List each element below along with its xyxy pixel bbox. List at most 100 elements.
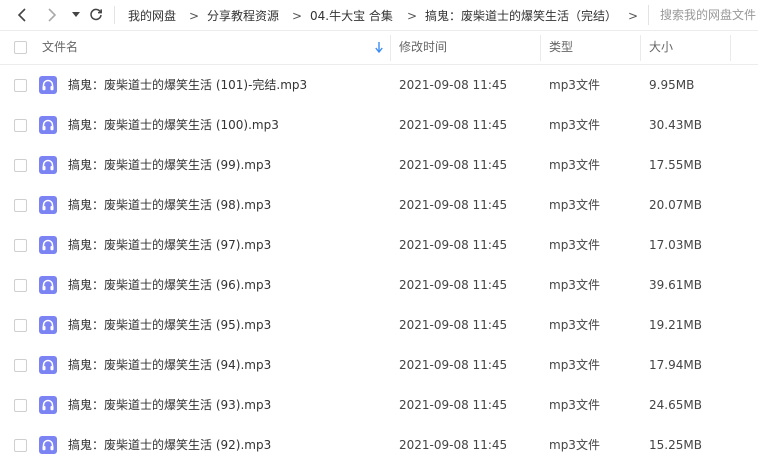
audio-file-icon [39,276,57,294]
breadcrumb-separator: > [407,9,418,23]
audio-file-icon [39,356,57,374]
file-row[interactable]: 搞鬼：废柴道士的爆笑生活 (96).mp3 2021-09-08 11:45 m… [0,265,758,305]
file-row[interactable]: 搞鬼：废柴道士的爆笑生活 (95).mp3 2021-09-08 11:45 m… [0,305,758,345]
audio-file-icon [39,116,57,134]
file-size: 17.03MB [649,238,702,252]
row-checkbox[interactable] [14,399,27,412]
file-row[interactable]: 搞鬼：废柴道士的爆笑生活 (101)-完结.mp3 2021-09-08 11:… [0,65,758,105]
file-type: mp3文件 [549,198,600,212]
refresh-icon [90,8,102,21]
search-input[interactable] [660,5,758,25]
file-size: 17.94MB [649,358,702,372]
file-modified-time: 2021-09-08 11:45 [399,358,508,372]
file-modified-time: 2021-09-08 11:45 [399,438,508,452]
row-checkbox[interactable] [14,319,27,332]
column-divider[interactable] [540,35,541,61]
file-name[interactable]: 搞鬼：废柴道士的爆笑生活 (93).mp3 [68,385,271,425]
forward-button[interactable] [44,6,60,24]
file-modified-time: 2021-09-08 11:45 [399,398,508,412]
file-row[interactable]: 搞鬼：废柴道士的爆笑生活 (100).mp3 2021-09-08 11:45 … [0,105,758,145]
file-row[interactable]: 搞鬼：废柴道士的爆笑生活 (93).mp3 2021-09-08 11:45 m… [0,385,758,425]
file-modified-time: 2021-09-08 11:45 [399,118,508,132]
file-type: mp3文件 [549,438,600,452]
toolbar: 我的网盘 > 分享教程资源 > 04.牛大宝 合集 > 搞鬼：废柴道士的爆笑生活… [0,0,758,31]
breadcrumb-separator: > [292,9,303,23]
search-box [648,5,758,25]
file-size: 9.95MB [649,78,695,92]
file-name[interactable]: 搞鬼：废柴道士的爆笑生活 (98).mp3 [68,185,271,225]
breadcrumb-item-collection[interactable]: 04.牛大宝 合集 [310,7,393,25]
history-dropdown-button[interactable] [70,6,82,24]
audio-file-icon [39,156,57,174]
file-size: 30.43MB [649,118,702,132]
file-type: mp3文件 [549,238,600,252]
file-modified-time: 2021-09-08 11:45 [399,78,508,92]
sort-arrow-down-icon [375,42,383,53]
file-size: 20.07MB [649,198,702,212]
select-all-checkbox[interactable] [14,41,27,54]
file-type: mp3文件 [549,358,600,372]
breadcrumb-item-share[interactable]: 分享教程资源 [207,7,279,25]
file-list-header: 文件名 修改时间 类型 大小 [0,31,758,65]
row-checkbox[interactable] [14,79,27,92]
file-type: mp3文件 [549,158,600,172]
caret-down-icon [72,12,80,17]
row-checkbox[interactable] [14,239,27,252]
file-size: 15.25MB [649,438,702,452]
row-checkbox[interactable] [14,199,27,212]
column-divider[interactable] [730,35,731,61]
file-type: mp3文件 [549,118,600,132]
audio-file-icon [39,76,57,94]
file-type: mp3文件 [549,318,600,332]
column-header-size[interactable]: 大小 [649,31,673,64]
breadcrumb-separator: > [189,9,200,23]
file-type: mp3文件 [549,278,600,292]
row-checkbox[interactable] [14,279,27,292]
file-row[interactable]: 搞鬼：废柴道士的爆笑生活 (92).mp3 2021-09-08 11:45 m… [0,425,758,465]
toolbar-divider [114,6,115,24]
audio-file-icon [39,236,57,254]
column-header-type[interactable]: 类型 [549,31,573,64]
file-modified-time: 2021-09-08 11:45 [399,158,508,172]
file-name[interactable]: 搞鬼：废柴道士的爆笑生活 (101)-完结.mp3 [68,65,307,105]
file-size: 24.65MB [649,398,702,412]
file-modified-time: 2021-09-08 11:45 [399,278,508,292]
file-row[interactable]: 搞鬼：废柴道士的爆笑生活 (99).mp3 2021-09-08 11:45 m… [0,145,758,185]
file-row[interactable]: 搞鬼：废柴道士的爆笑生活 (94).mp3 2021-09-08 11:45 m… [0,345,758,385]
file-row[interactable]: 搞鬼：废柴道士的爆笑生活 (97).mp3 2021-09-08 11:45 m… [0,225,758,265]
file-size: 19.21MB [649,318,702,332]
column-divider[interactable] [640,35,641,61]
file-row[interactable]: 搞鬼：废柴道士的爆笑生活 (98).mp3 2021-09-08 11:45 m… [0,185,758,225]
row-checkbox[interactable] [14,439,27,452]
file-type: mp3文件 [549,398,600,412]
breadcrumb-item-current[interactable]: 搞鬼：废柴道士的爆笑生活（完结） [425,7,617,25]
breadcrumb-item-root[interactable]: 我的网盘 [128,7,176,25]
file-name[interactable]: 搞鬼：废柴道士的爆笑生活 (94).mp3 [68,345,271,385]
audio-file-icon [39,396,57,414]
file-type: mp3文件 [549,78,600,92]
file-name[interactable]: 搞鬼：废柴道士的爆笑生活 (92).mp3 [68,425,271,465]
column-header-modified[interactable]: 修改时间 [399,31,447,64]
file-name[interactable]: 搞鬼：废柴道士的爆笑生活 (99).mp3 [68,145,271,185]
file-name[interactable]: 搞鬼：废柴道士的爆笑生活 (100).mp3 [68,105,279,145]
file-modified-time: 2021-09-08 11:45 [399,238,508,252]
refresh-button[interactable] [88,6,104,24]
breadcrumb-separator: > [628,9,639,23]
column-header-name[interactable]: 文件名 [42,31,78,64]
chevron-left-icon [17,8,26,22]
chevron-right-icon [48,8,57,22]
row-checkbox[interactable] [14,119,27,132]
audio-file-icon [39,196,57,214]
column-divider[interactable] [390,35,391,61]
row-checkbox[interactable] [14,359,27,372]
back-button[interactable] [14,6,30,24]
row-checkbox[interactable] [14,159,27,172]
file-modified-time: 2021-09-08 11:45 [399,318,508,332]
audio-file-icon [39,316,57,334]
file-name[interactable]: 搞鬼：废柴道士的爆笑生活 (96).mp3 [68,265,271,305]
file-name[interactable]: 搞鬼：废柴道士的爆笑生活 (95).mp3 [68,305,271,345]
file-modified-time: 2021-09-08 11:45 [399,198,508,212]
audio-file-icon [39,436,57,454]
file-name[interactable]: 搞鬼：废柴道士的爆笑生活 (97).mp3 [68,225,271,265]
file-size: 17.55MB [649,158,702,172]
